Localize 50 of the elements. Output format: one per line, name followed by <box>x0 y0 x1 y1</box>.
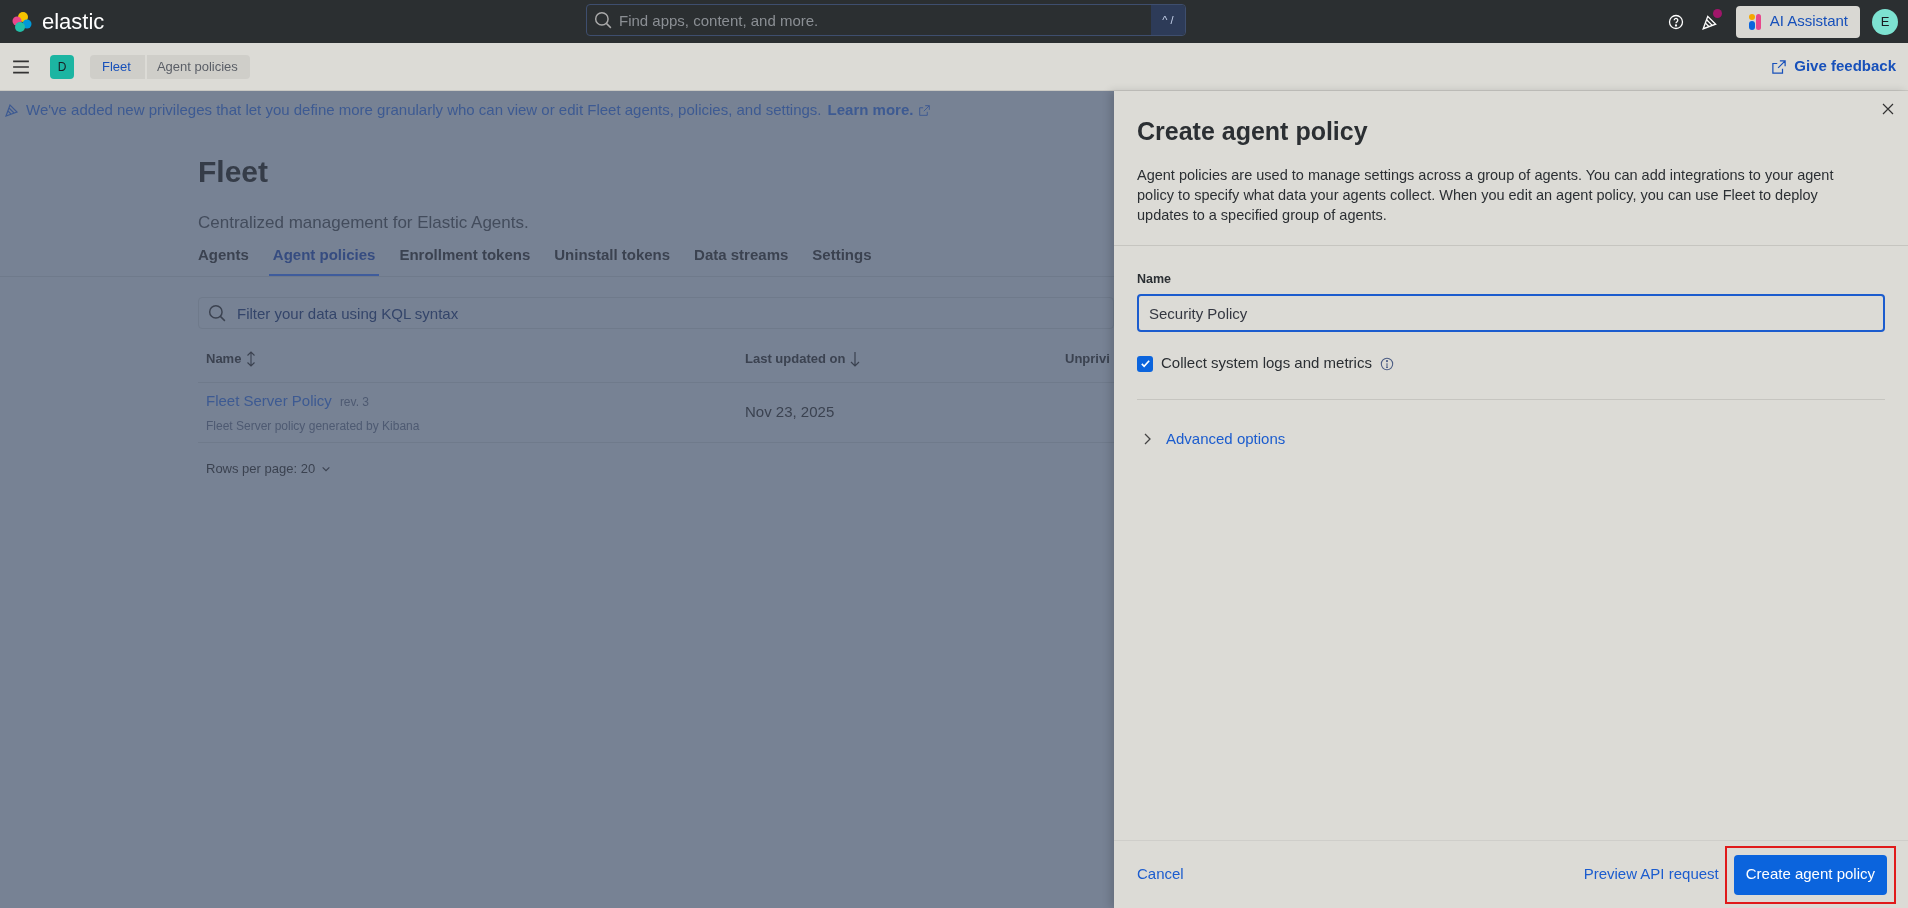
search-icon <box>208 304 226 322</box>
checkbox[interactable] <box>1137 355 1153 372</box>
flyout-title: Create agent policy <box>1137 116 1369 147</box>
filter-field[interactable]: Filter your data using KQL syntax <box>198 297 1114 329</box>
sort-icon <box>245 350 258 367</box>
name-field[interactable]: Security Policy <box>1137 294 1885 333</box>
name-label: Name <box>1137 270 1173 288</box>
help-icon[interactable] <box>1667 13 1684 30</box>
external-link-icon <box>919 104 931 116</box>
party-horn-icon <box>1700 12 1719 31</box>
page-tab[interactable]: Uninstall tokens <box>550 243 675 276</box>
space-badge[interactable]: D <box>50 54 74 79</box>
create-agent-policy-button[interactable]: Create agent policy <box>1733 854 1887 895</box>
learn-more-link[interactable]: Learn more. <box>827 98 914 122</box>
page-title: Fleet <box>198 154 270 190</box>
page-tab[interactable]: Agents <box>194 243 253 276</box>
logo-icon[interactable] <box>10 9 34 34</box>
breadcrumb[interactable]: Fleet <box>90 54 145 79</box>
flyout-description: Agent policies are used to manage settings across a group of agents. You can add integrations to your agent policy to specify what data your agents collect. When you edit an agent policy, you can use Fleet to deploy updates to a specified group of agents. <box>1137 165 1835 225</box>
sort-descending-icon <box>849 350 862 367</box>
party-horn-icon <box>4 102 20 118</box>
preview-api-request-button[interactable]: Preview API request <box>1583 863 1719 886</box>
column-header[interactable]: Name <box>206 348 242 369</box>
user-avatar[interactable]: E <box>1872 8 1898 35</box>
close-icon <box>1882 103 1894 115</box>
ai-assistant-button[interactable]: AI Assistant <box>1735 5 1860 38</box>
breadcrumb: Agent policies <box>146 54 250 79</box>
chevron-icon <box>1143 433 1152 445</box>
info-icon <box>1379 356 1394 371</box>
policy-name-link[interactable]: Fleet Server Policy <box>206 390 332 413</box>
checkbox-label: Collect system logs and metrics <box>1161 353 1372 374</box>
cancel-button[interactable]: Cancel <box>1137 863 1184 886</box>
page-tab[interactable]: Enrollment tokens <box>395 243 535 276</box>
rows-per-page-button[interactable]: Rows per page: 20 <box>206 459 332 479</box>
page-tab[interactable]: Settings <box>808 243 876 276</box>
table-cell-text: Nov 23, 2025 <box>745 402 835 423</box>
ai-logo-icon <box>1747 12 1762 31</box>
checkmark-icon <box>1139 358 1151 369</box>
page-subtitle: Centralized management for Elastic Agents. <box>198 212 530 234</box>
shortcut-hint: ^ / <box>1151 5 1185 35</box>
search-icon <box>594 11 612 29</box>
banner-text: We've added new privileges that let you define more granularly who can view or edit Fleet agents, policies, and settings. <box>26 99 822 120</box>
logo-text: elastic <box>42 8 105 36</box>
advanced-options-toggle[interactable]: Advanced options <box>1137 427 1286 451</box>
page-tab[interactable]: Agent policies <box>268 243 380 276</box>
column-header[interactable]: Last updated on <box>745 348 846 369</box>
page-tab[interactable]: Data streams <box>690 243 793 276</box>
give-feedback-link[interactable]: Give feedback <box>1772 55 1896 78</box>
column-header[interactable]: Unprivi <box>1065 348 1110 369</box>
external-link-icon <box>1772 59 1787 74</box>
